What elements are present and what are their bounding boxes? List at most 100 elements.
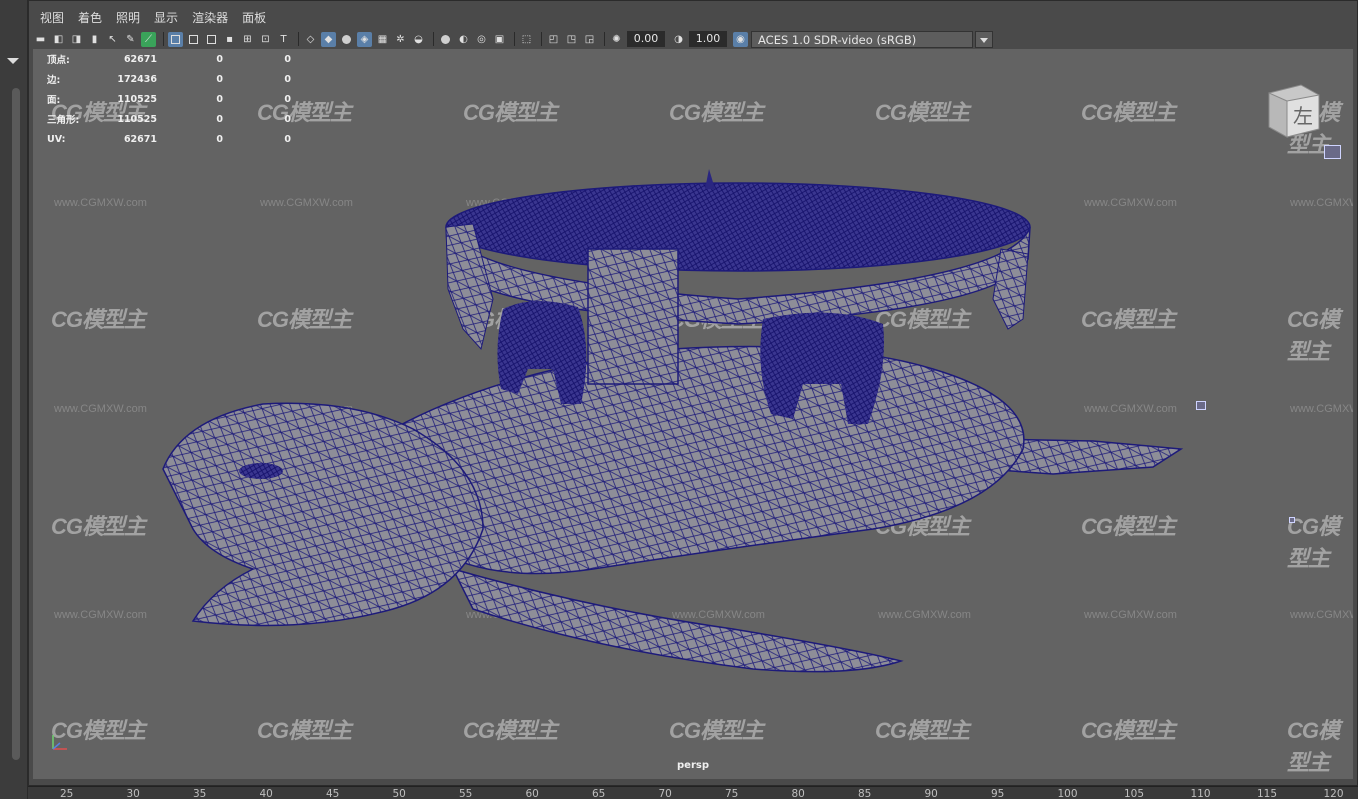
turtle-shell: [392, 345, 1025, 575]
time-slider[interactable]: 25 30 35 40 45 50 55 60 65 70 75 80 85 90 95 100 105 110 1…: [28, 786, 1358, 799]
smooth-shade-icon[interactable]: ◆: [321, 31, 336, 47]
table-pedestal: [587, 248, 679, 385]
motion-blur-icon[interactable]: ◐: [456, 31, 471, 47]
hud-value: 0: [284, 113, 291, 125]
chevron-down-icon[interactable]: [975, 30, 993, 48]
poly-count-hud: 顶点: 62671 0 0 边: 172436 0 0 面: 110525 0 …: [47, 49, 291, 149]
table-top-surface: [445, 182, 1031, 272]
screen-space-ao-icon[interactable]: [438, 31, 453, 47]
camera-select-icon[interactable]: ▬: [33, 31, 48, 47]
snap-camera-icon[interactable]: ⟋: [141, 31, 156, 47]
panel-menubar: 视图 着色 照明 显示 渲染器 面板: [33, 6, 273, 28]
time-tick-label: 85: [858, 788, 872, 799]
hud-row-faces: 面: 110525 0 0: [47, 89, 291, 109]
time-tick-label: 55: [459, 788, 473, 799]
manipulator-handle-icon[interactable]: [1196, 401, 1206, 410]
color-space-select[interactable]: ACES 1.0 SDR-video (sRGB): [751, 30, 973, 48]
home-view-icon[interactable]: [1324, 145, 1341, 159]
textured-icon[interactable]: ▦: [375, 31, 390, 47]
time-tick-label: 100: [1057, 788, 1078, 799]
menu-lighting[interactable]: 照明: [109, 6, 147, 28]
xray-joints-icon[interactable]: ◲: [582, 31, 597, 47]
hud-value: 0: [216, 73, 223, 85]
time-tick-label: 110: [1190, 788, 1211, 799]
wireframe-model[interactable]: [33, 49, 1353, 779]
exposure-icon[interactable]: ✺: [609, 31, 624, 47]
wireframe-on-shaded-icon[interactable]: ◈: [357, 31, 372, 47]
3d-viewport[interactable]: CG模型主CG模型主CG模型主CG模型主CG模型主CG模型主CG模型主CG模型主…: [33, 49, 1353, 779]
bookmark-camera-icon[interactable]: ◨: [69, 31, 84, 47]
collapse-arrow-icon[interactable]: [7, 58, 19, 64]
time-tick-label: 40: [259, 788, 273, 799]
exposure-field[interactable]: 0.00: [627, 31, 665, 47]
view-cube-face-label: 左: [1293, 104, 1313, 128]
gamma-field[interactable]: 1.00: [689, 31, 727, 47]
time-tick-label: 45: [326, 788, 340, 799]
hud-row-triangles: 三角形: 110525 0 0: [47, 109, 291, 129]
hud-value: 62671: [123, 53, 157, 65]
time-tick-label: 65: [592, 788, 606, 799]
camera-attributes-icon[interactable]: ◧: [51, 31, 66, 47]
hud-value: 0: [216, 113, 223, 125]
image-plane-icon[interactable]: ▮: [87, 31, 102, 47]
menu-panels[interactable]: 面板: [235, 6, 273, 28]
hud-value: 0: [284, 93, 291, 105]
hud-label: 三角形:: [47, 115, 80, 126]
time-tick-label: 35: [193, 788, 207, 799]
xray-icon[interactable]: ◰: [546, 31, 561, 47]
time-tick-label: 115: [1257, 788, 1278, 799]
anti-aliasing-icon[interactable]: ◎: [474, 31, 489, 47]
time-tick-label: 80: [791, 788, 805, 799]
gate-mask-icon[interactable]: ▪: [222, 31, 237, 47]
hud-value: 0: [216, 93, 223, 105]
hud-value: 0: [284, 53, 291, 65]
lights-icon[interactable]: ✲: [393, 31, 408, 47]
grid-icon[interactable]: [168, 31, 183, 47]
default-material-icon[interactable]: [339, 31, 354, 47]
hud-value: 110525: [117, 93, 157, 105]
time-tick-label: 95: [991, 788, 1005, 799]
menu-renderer[interactable]: 渲染器: [185, 6, 235, 28]
hud-label: 顶点:: [47, 55, 70, 66]
time-tick-label: 70: [658, 788, 672, 799]
safe-action-icon[interactable]: ⊡: [258, 31, 273, 47]
depth-of-field-icon[interactable]: ▣: [492, 31, 507, 47]
time-tick-label: 105: [1124, 788, 1145, 799]
2d-pan-zoom-icon[interactable]: ↖: [105, 31, 120, 47]
turtle-eye: [239, 463, 283, 479]
toolbar-separator: [514, 32, 515, 46]
wireframe-icon[interactable]: ◇: [303, 31, 318, 47]
time-tick-label: 50: [392, 788, 406, 799]
resolution-gate-icon[interactable]: [204, 31, 219, 47]
hud-value: 0: [284, 133, 291, 145]
toolbar-separator: [298, 32, 299, 46]
manipulator-handle-icon[interactable]: [1289, 517, 1295, 523]
grease-pencil-icon[interactable]: ✎: [123, 31, 138, 47]
field-chart-icon[interactable]: ⊞: [240, 31, 255, 47]
left-scrollbar[interactable]: [12, 88, 20, 760]
xray-active-icon[interactable]: ◳: [564, 31, 579, 47]
time-tick-label: 90: [924, 788, 938, 799]
color-management-icon[interactable]: ◉: [733, 31, 748, 47]
hud-row-vertices: 顶点: 62671 0 0: [47, 49, 291, 69]
hud-row-uvs: UV: 62671 0 0: [47, 129, 291, 149]
menu-show[interactable]: 显示: [147, 6, 185, 28]
hud-label: UV:: [47, 133, 66, 145]
hud-value: 0: [216, 53, 223, 65]
left-tool-strip: [0, 0, 28, 799]
toolbar-separator: [604, 32, 605, 46]
view-cube[interactable]: 左: [1261, 79, 1323, 141]
time-tick-label: 60: [525, 788, 539, 799]
isolate-select-icon[interactable]: ⬚: [519, 31, 534, 47]
shadows-icon[interactable]: ◒: [411, 31, 426, 47]
menu-view[interactable]: 视图: [33, 6, 71, 28]
hud-value: 0: [216, 133, 223, 145]
table-spire: [705, 169, 715, 189]
safe-title-icon[interactable]: T: [276, 31, 291, 47]
menu-shading[interactable]: 着色: [71, 6, 109, 28]
toolbar-separator: [433, 32, 434, 46]
film-gate-icon[interactable]: [186, 31, 201, 47]
time-tick-label: 30: [126, 788, 140, 799]
time-tick-label: 120: [1323, 788, 1344, 799]
gamma-icon[interactable]: ◑: [671, 31, 686, 47]
